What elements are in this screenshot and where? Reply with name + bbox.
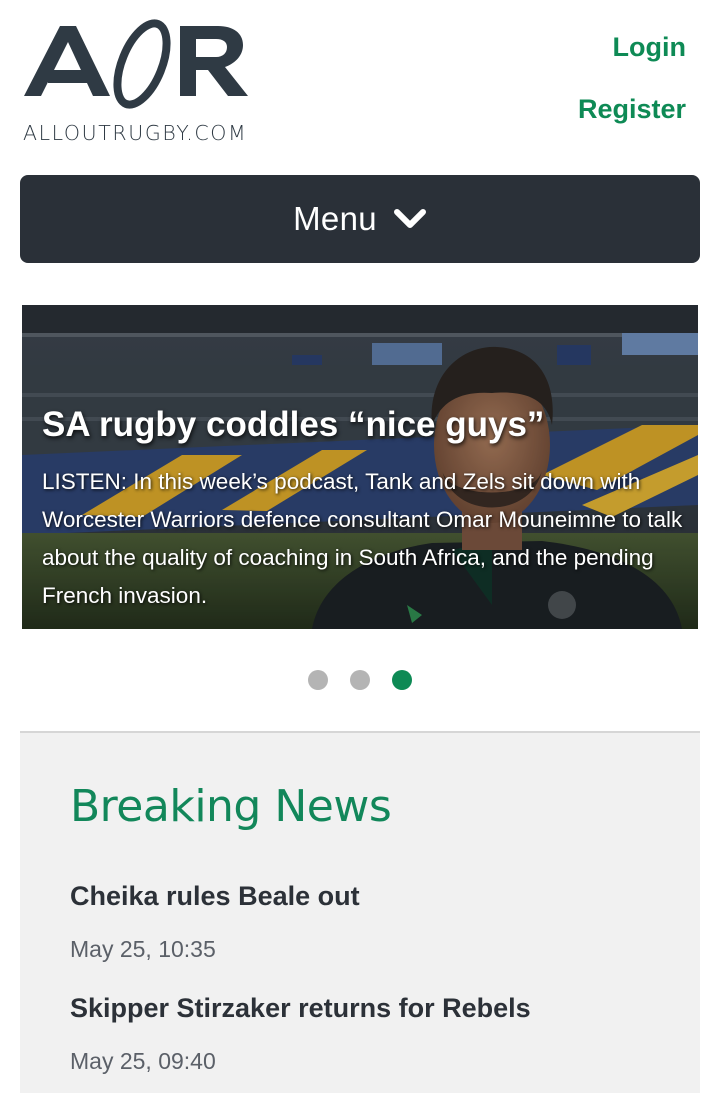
news-timestamp: May 25, 09:40 [70, 1048, 216, 1074]
carousel-dot-3[interactable] [392, 670, 413, 690]
featured-story-summary: LISTEN: In this week’s podcast, Tank and… [42, 469, 683, 608]
featured-story-title: SA rugby coddles “nice guys” [42, 405, 545, 444]
breaking-news-heading: Breaking News [70, 781, 392, 832]
aor-logo-mark [24, 19, 248, 109]
carousel-dot-2[interactable] [350, 670, 370, 690]
login-link[interactable]: Login [613, 32, 686, 63]
menu-label: Menu [293, 200, 377, 237]
breaking-news-panel: Breaking News Cheika rules Beale out May… [20, 731, 700, 1093]
news-item[interactable]: Cheika rules Beale out May 25, 10:35 [70, 881, 360, 963]
featured-story-slide[interactable]: SA rugby coddles “nice guys” LISTEN: In … [22, 305, 698, 629]
news-item[interactable]: Skipper Stirzaker returns for Rebels May… [70, 993, 531, 1075]
carousel-dot-1[interactable] [307, 670, 328, 690]
site-logo[interactable]: ALLOUTRUGBY.COM [22, 18, 262, 145]
register-link[interactable]: Register [578, 94, 686, 125]
chevron-down-icon [393, 209, 426, 228]
news-headline[interactable]: Cheika rules Beale out [70, 881, 360, 912]
site-name: ALLOUTRUGBY.COM [23, 121, 248, 145]
carousel-indicators [0, 670, 720, 695]
news-timestamp: May 25, 10:35 [70, 936, 216, 962]
menu-button[interactable]: Menu [20, 175, 700, 263]
news-headline[interactable]: Skipper Stirzaker returns for Rebels [70, 993, 531, 1024]
